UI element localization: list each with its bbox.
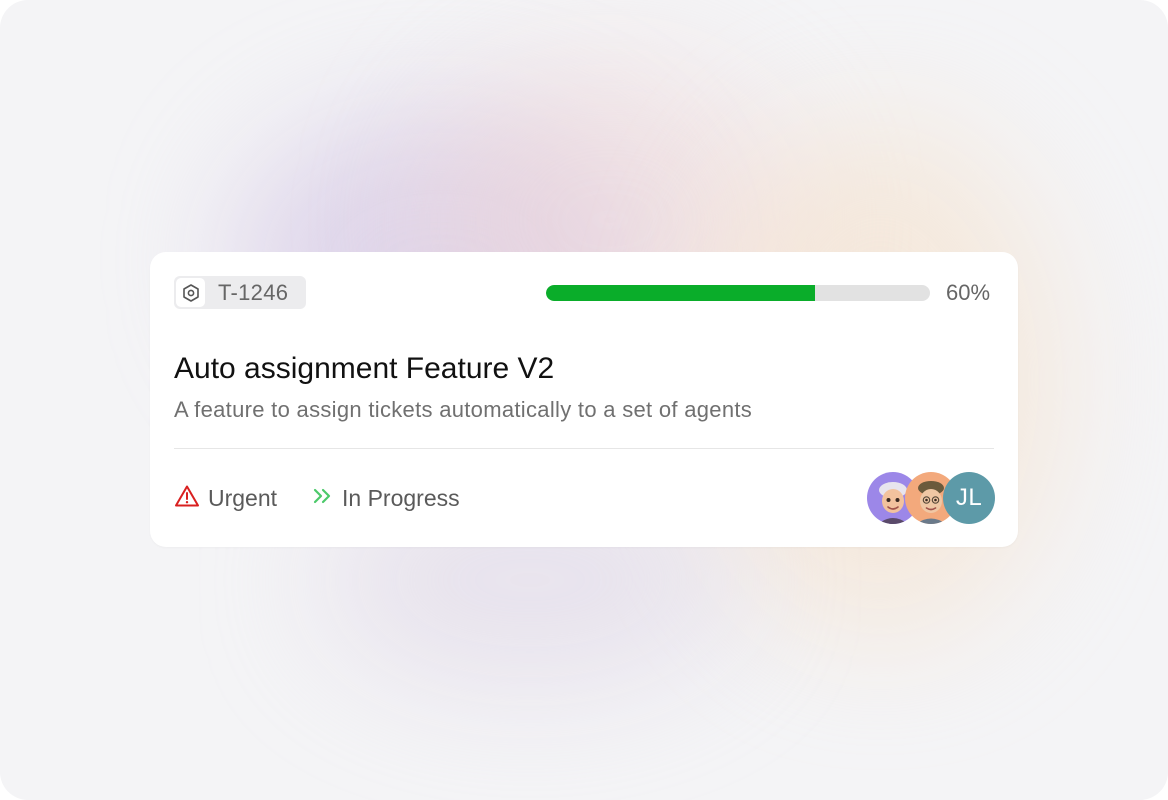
warning-triangle-icon [174, 484, 200, 513]
status-label: In Progress [342, 484, 460, 511]
page-background: T-1246 60% Auto assignment Feature V2 A … [0, 0, 1168, 800]
assignee-avatar-stack[interactable]: JL [867, 472, 995, 524]
hexagon-nut-icon [176, 278, 205, 307]
ticket-id-badge[interactable]: T-1246 [174, 276, 306, 309]
ticket-id: T-1246 [218, 279, 289, 305]
avatar[interactable]: JL [943, 472, 995, 524]
priority-indicator[interactable]: Urgent [174, 482, 277, 514]
progress-bar-fill [546, 285, 815, 301]
double-chevron-right-icon [312, 486, 334, 511]
divider [174, 448, 994, 449]
progress-bar [546, 285, 930, 301]
task-description: A feature to assign tickets automaticall… [174, 397, 753, 422]
priority-label: Urgent [208, 484, 278, 511]
task-title[interactable]: Auto assignment Feature V2 [174, 352, 554, 386]
status-indicator[interactable]: In Progress [312, 482, 460, 514]
task-card[interactable]: T-1246 60% Auto assignment Feature V2 A … [150, 252, 1018, 547]
progress-percentage: 60% [946, 280, 991, 305]
